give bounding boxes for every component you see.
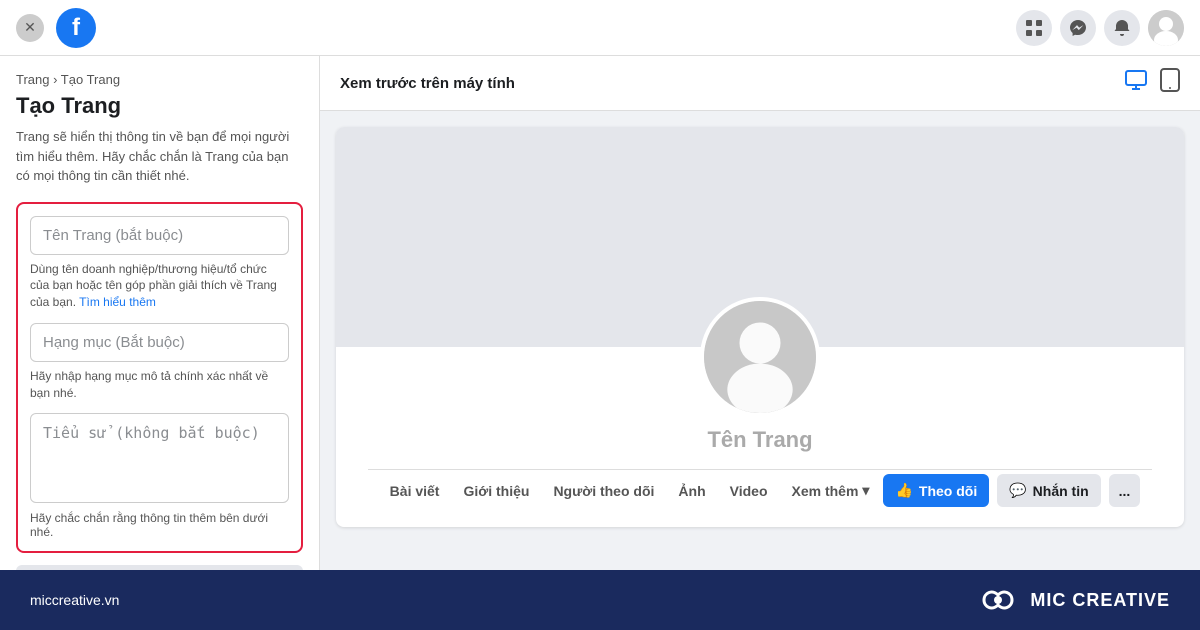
tab-more[interactable]: Xem thêm ▾ xyxy=(782,470,880,511)
tab-posts[interactable]: Bài viết xyxy=(380,471,450,511)
messenger-icon[interactable] xyxy=(1060,10,1096,46)
facebook-logo: f xyxy=(56,8,96,48)
breadcrumb: Trang › Tạo Trang xyxy=(16,72,303,87)
top-bar-right xyxy=(1016,10,1184,46)
branding-bar: miccreative.vn MIC CREATIVE xyxy=(0,570,1200,630)
bio-input[interactable] xyxy=(30,413,289,503)
form-section: Dùng tên doanh nghiệp/thương hiệu/tổ chứ… xyxy=(16,202,303,554)
branding-url: miccreative.vn xyxy=(30,592,119,608)
bell-icon[interactable] xyxy=(1104,10,1140,46)
page-actions: 👍 Theo dõi 💬 Nhắn tin ... xyxy=(883,474,1140,507)
follow-button[interactable]: 👍 Theo dõi xyxy=(883,474,989,507)
user-avatar[interactable] xyxy=(1148,10,1184,46)
category-hint: Hãy nhập hạng mục mô tả chính xác nhất v… xyxy=(30,368,289,402)
message-icon: 💬 xyxy=(1009,482,1026,499)
mobile-icon[interactable] xyxy=(1160,68,1180,98)
tab-followers[interactable]: Người theo dõi xyxy=(543,471,664,511)
bio-hint: Hãy chắc chắn rằng thông tin thêm bên dư… xyxy=(30,511,289,539)
follow-icon: 👍 xyxy=(895,482,912,499)
top-bar-left: ✕ f xyxy=(16,8,96,48)
desktop-icon[interactable] xyxy=(1124,68,1148,98)
tab-about[interactable]: Giới thiệu xyxy=(453,471,539,511)
main-content: Trang › Tạo Trang Tạo Trang Trang sẽ hiể… xyxy=(0,56,1200,570)
learn-more-link[interactable]: Tìm hiểu thêm xyxy=(79,295,156,309)
more-button[interactable]: ... xyxy=(1109,474,1141,507)
preview-title: Xem trước trên máy tính xyxy=(340,75,515,92)
branding-company-name: MIC CREATIVE xyxy=(1030,590,1170,611)
profile-avatar xyxy=(700,297,820,417)
profile-name-placeholder: Tên Trang xyxy=(707,427,812,453)
page-title: Tạo Trang xyxy=(16,93,303,119)
mic-logo-icon xyxy=(976,585,1020,615)
grid-icon[interactable] xyxy=(1016,10,1052,46)
category-group: Hãy nhập hạng mục mô tả chính xác nhất v… xyxy=(30,323,289,402)
preview-content: Tên Trang Bài viết Giới thiệu Người theo… xyxy=(336,127,1184,527)
top-bar: ✕ f xyxy=(0,0,1200,56)
page-description: Trang sẽ hiển thị thông tin về bạn để mọ… xyxy=(16,127,303,186)
preview-icons xyxy=(1124,68,1180,98)
left-panel: Trang › Tạo Trang Tạo Trang Trang sẽ hiể… xyxy=(0,56,320,570)
preview-header: Xem trước trên máy tính xyxy=(320,56,1200,111)
page-name-input[interactable] xyxy=(30,216,289,255)
tab-videos[interactable]: Video xyxy=(720,471,778,511)
tab-photos[interactable]: Ảnh xyxy=(668,471,715,511)
category-input[interactable] xyxy=(30,323,289,362)
message-button[interactable]: 💬 Nhắn tin xyxy=(997,474,1100,507)
bio-group: Hãy chắc chắn rằng thông tin thêm bên dư… xyxy=(30,413,289,539)
branding-logo: MIC CREATIVE xyxy=(976,585,1170,615)
page-name-group: Dùng tên doanh nghiệp/thương hiệu/tổ chứ… xyxy=(30,216,289,311)
chevron-down-icon: ▾ xyxy=(862,482,869,499)
right-panel: Xem trước trên máy tính xyxy=(320,56,1200,570)
page-name-hint: Dùng tên doanh nghiệp/thương hiệu/tổ chứ… xyxy=(30,261,289,311)
close-button[interactable]: ✕ xyxy=(16,14,44,42)
page-tabs: Bài viết Giới thiệu Người theo dõi Ảnh V… xyxy=(368,469,1153,511)
profile-section: Tên Trang Bài viết Giới thiệu Người theo… xyxy=(336,347,1184,527)
